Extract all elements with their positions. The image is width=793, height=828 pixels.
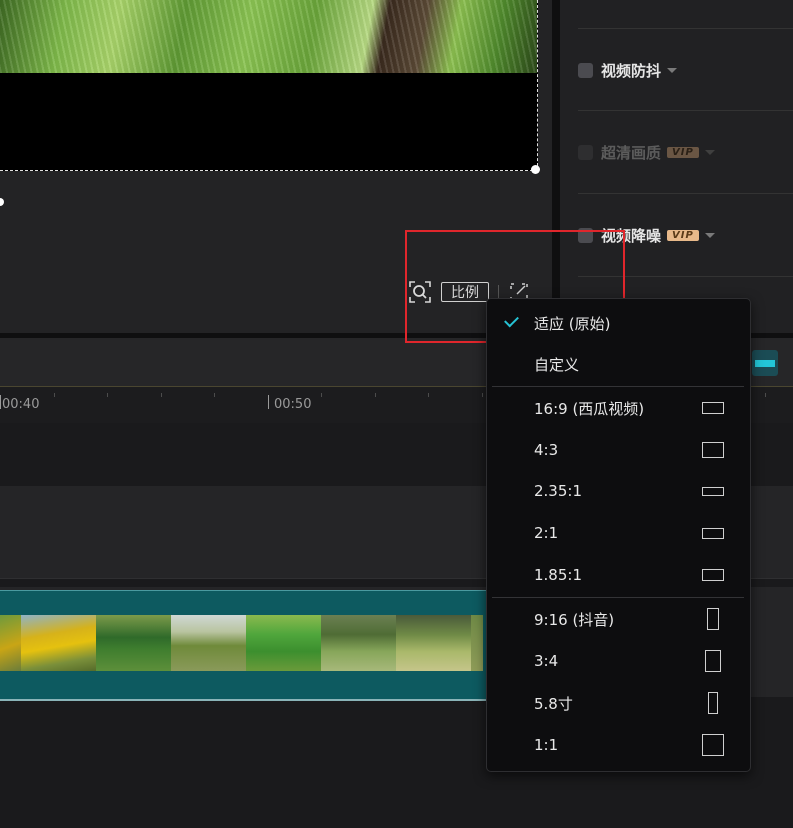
ruler-tick xyxy=(482,393,483,397)
video-preview-image xyxy=(0,0,537,73)
menu-item-label: 3:4 xyxy=(534,652,559,670)
clip-thumbnail xyxy=(246,615,321,671)
clip-thumbnails xyxy=(0,615,483,671)
ratio-16-9-icon xyxy=(702,402,724,414)
ratio-option-custom[interactable]: 自定义 xyxy=(487,344,750,384)
menu-item-label: 2.35:1 xyxy=(534,482,582,500)
ratio-9-16-icon xyxy=(707,608,719,630)
clip-thumbnail xyxy=(0,615,21,671)
ruler-label: 00:50 xyxy=(274,397,312,412)
ratio-4-3-icon xyxy=(702,442,724,458)
option-stabilize[interactable]: 视频防抖 xyxy=(578,28,793,111)
snap-icon xyxy=(755,359,775,367)
chevron-down-icon[interactable] xyxy=(667,67,678,73)
menu-item-label: 9:16 (抖音) xyxy=(534,610,615,629)
clip-thumbnail xyxy=(471,615,483,671)
resize-handle-left[interactable] xyxy=(0,198,4,206)
menu-divider xyxy=(492,597,744,598)
menu-item-label: 适应 (原始) xyxy=(534,314,611,333)
ruler-tick xyxy=(107,393,108,397)
ratio-option-4-3[interactable]: 4:3 xyxy=(487,430,750,470)
menu-item-label: 5.8寸 xyxy=(534,694,573,713)
ratio-option-1-1[interactable]: 1:1 xyxy=(487,725,750,765)
ratio-option-3-4[interactable]: 3:4 xyxy=(487,641,750,681)
menu-item-label: 4:3 xyxy=(534,441,559,459)
ruler-tick xyxy=(0,395,1,409)
check-icon xyxy=(504,312,519,328)
ratio-option-1-85-1[interactable]: 1.85:1 xyxy=(487,555,750,595)
ratio-1-85-1-icon xyxy=(702,569,724,581)
ratio-5-8-icon xyxy=(708,692,718,714)
ruler-tick xyxy=(765,393,766,397)
resize-handle-bottom-right[interactable] xyxy=(531,165,540,174)
ruler-label: 00:40 xyxy=(2,397,40,412)
clip-thumbnail xyxy=(171,615,246,671)
ruler-tick xyxy=(54,393,55,397)
ratio-2-1-icon xyxy=(702,528,724,539)
ratio-dropdown-menu: 适应 (原始) 自定义 16:9 (西瓜视频) 4:3 2.35:1 2:1 1… xyxy=(486,298,751,772)
clip-thumbnail xyxy=(96,615,171,671)
clip-thumbnail xyxy=(396,615,471,671)
ratio-option-16-9[interactable]: 16:9 (西瓜视频) xyxy=(487,388,750,428)
clip-thumbnail xyxy=(21,615,96,671)
clip-thumbnail xyxy=(321,615,396,671)
chevron-down-icon xyxy=(704,149,715,155)
vip-badge: VIP xyxy=(667,229,699,241)
menu-item-label: 16:9 (西瓜视频) xyxy=(534,399,645,418)
video-frame[interactable] xyxy=(0,0,538,171)
stabilize-checkbox[interactable] xyxy=(578,62,593,78)
ratio-option-original[interactable]: 适应 (原始) xyxy=(487,303,750,343)
ruler-tick xyxy=(214,393,215,397)
menu-item-label: 1:1 xyxy=(534,736,559,754)
vip-badge: VIP xyxy=(667,146,699,158)
ratio-3-4-icon xyxy=(705,650,721,672)
ruler-tick xyxy=(375,393,376,397)
option-label: 视频防抖 xyxy=(601,61,662,80)
ruler-tick xyxy=(321,393,322,397)
ruler-tick xyxy=(428,393,429,397)
ratio-2-35-1-icon xyxy=(702,487,724,496)
ratio-option-2-35-1[interactable]: 2.35:1 xyxy=(487,471,750,511)
menu-item-label: 2:1 xyxy=(534,524,559,542)
super-resolution-checkbox xyxy=(578,144,593,160)
menu-item-label: 自定义 xyxy=(534,355,580,374)
ruler-tick xyxy=(161,393,162,397)
ratio-option-9-16[interactable]: 9:16 (抖音) xyxy=(487,599,750,639)
snap-button[interactable] xyxy=(752,350,778,376)
ratio-option-2-1[interactable]: 2:1 xyxy=(487,513,750,553)
chevron-down-icon[interactable] xyxy=(704,232,715,238)
ruler-tick xyxy=(268,395,269,409)
option-label: 超清画质 xyxy=(601,143,662,162)
menu-item-label: 1.85:1 xyxy=(534,566,582,584)
ratio-1-1-icon xyxy=(702,734,724,756)
ratio-option-5-8[interactable]: 5.8寸 xyxy=(487,683,750,723)
option-super-resolution: 超清画质 VIP xyxy=(578,110,793,193)
menu-divider xyxy=(492,386,744,387)
